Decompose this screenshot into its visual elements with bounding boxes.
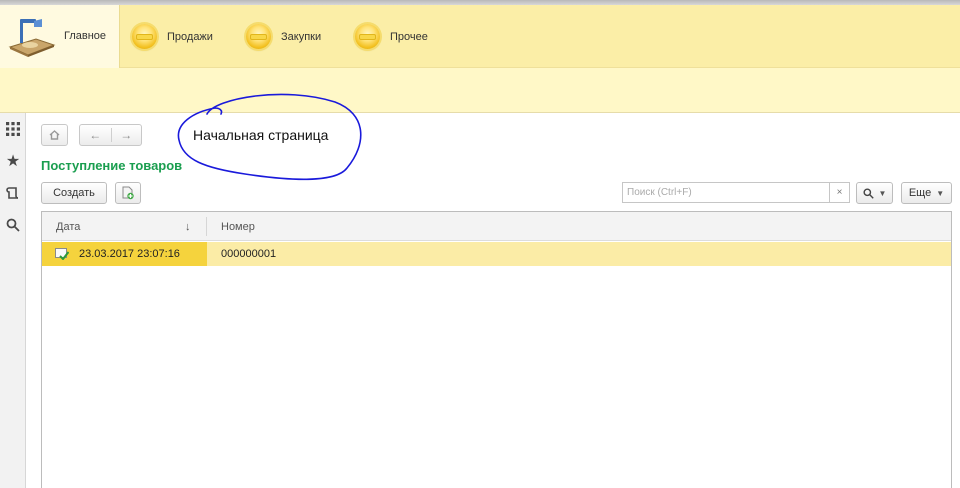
more-button[interactable]: Еще ▼ xyxy=(901,182,952,204)
column-header-label: Номер xyxy=(221,220,255,233)
row-date-cell: 23.03.2017 23:07:16 xyxy=(42,242,207,266)
section-sales-label: Продажи xyxy=(167,30,213,43)
tools-panel: ★ xyxy=(0,113,26,488)
search-input[interactable] xyxy=(622,182,830,203)
home-desk-icon xyxy=(8,19,56,57)
section-purchases-label: Закупки xyxy=(281,30,322,43)
dropdown-arrow-icon: ▼ xyxy=(936,188,945,198)
table-header: Дата ↓ Номер xyxy=(42,212,951,241)
row-date: 23.03.2017 23:07:16 xyxy=(79,248,180,260)
history-navigation: ← → xyxy=(79,124,142,146)
documents-table: Дата ↓ Номер 23.03.2017 23:07:16 0000000… xyxy=(41,211,952,488)
section-main-label: Главное xyxy=(64,30,107,42)
column-header-label: Дата xyxy=(56,220,81,233)
search-icon[interactable] xyxy=(3,215,23,235)
section-coin-icon xyxy=(132,24,157,49)
row-number: 000000001 xyxy=(221,248,277,260)
column-header-number[interactable]: Номер xyxy=(221,212,255,241)
open-items-band xyxy=(0,68,960,113)
star-icon[interactable]: ★ xyxy=(3,151,23,171)
section-other-label: Прочее xyxy=(390,30,428,43)
search-button[interactable]: ▼ xyxy=(856,182,893,204)
create-copy-icon xyxy=(122,186,134,200)
sort-descending-icon: ↓ xyxy=(185,220,191,233)
clear-search-button[interactable]: × xyxy=(830,182,850,203)
section-coin-icon xyxy=(246,24,271,49)
create-copy-button[interactable] xyxy=(115,182,141,204)
create-button[interactable]: Создать xyxy=(41,182,107,204)
section-sales[interactable]: Продажи xyxy=(132,5,213,68)
apps-grid-icon[interactable] xyxy=(3,119,23,139)
arrow-left-icon[interactable]: ← xyxy=(80,125,111,145)
form-title: Поступление товаров xyxy=(41,158,183,173)
history-icon[interactable] xyxy=(3,183,23,203)
section-purchases[interactable]: Закупки xyxy=(246,5,321,68)
home-icon xyxy=(42,125,66,145)
annotation-label: Начальная страница xyxy=(193,127,329,143)
column-header-date[interactable]: Дата xyxy=(56,212,196,241)
column-separator xyxy=(206,217,207,236)
section-coin-icon xyxy=(355,24,380,49)
section-main[interactable]: Главное xyxy=(0,5,120,68)
table-row[interactable]: 23.03.2017 23:07:16 000000001 xyxy=(42,242,951,266)
section-other[interactable]: Прочее xyxy=(355,5,428,68)
search-icon xyxy=(863,187,874,199)
arrow-right-icon[interactable]: → xyxy=(111,125,141,145)
dropdown-arrow-icon: ▼ xyxy=(878,188,887,198)
sections-panel: Главное Продажи Закупки Прочее xyxy=(0,5,960,68)
more-label: Еще xyxy=(908,187,932,199)
home-button[interactable] xyxy=(41,124,68,146)
posted-document-icon xyxy=(55,248,69,260)
